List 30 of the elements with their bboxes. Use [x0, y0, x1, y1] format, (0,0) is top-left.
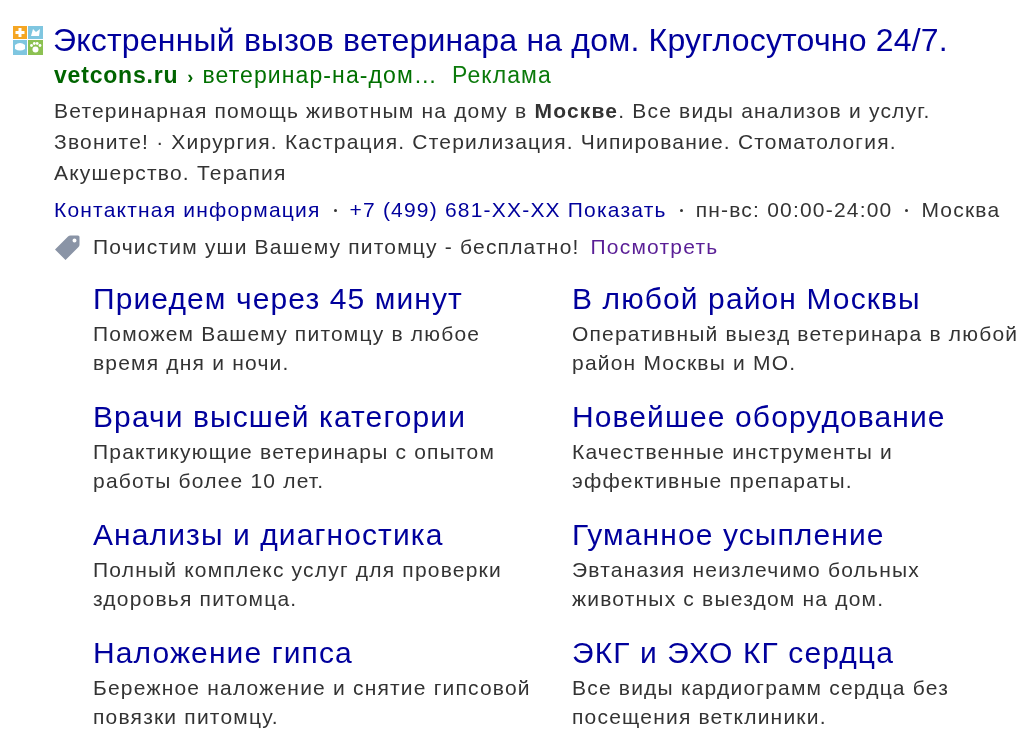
sitelink-description: Бережное наложение и снятие гипсовой повязки питомцу. [93, 675, 532, 730]
promo-link[interactable]: Посмотреть [590, 233, 719, 261]
contact-text: пн-вс: 00:00-24:00 [695, 197, 893, 223]
sitelink-title[interactable]: Гуманное усыпление [572, 517, 885, 553]
sitelink-description: Практикующие ветеринары с опытом работы более 10 лет. [93, 439, 497, 494]
contact-text: Москва [921, 197, 1001, 223]
show-phone-link[interactable]: Показать [567, 196, 667, 224]
sitelink-description: Качественные инструменты и эффективные препараты. [572, 439, 894, 494]
contact-info-link[interactable]: Контактная информация [54, 196, 321, 224]
sitelink-description: Поможем Вашему питомцу в любое время дня и ночи. [93, 321, 482, 376]
sitelink-title[interactable]: Наложение гипса [93, 635, 353, 671]
sitelink-description: Эвтаназия неизлечимо больных животных с выездом на дом. [572, 557, 921, 612]
sitelink-title[interactable]: ЭКГ и ЭХО КГ сердца [572, 635, 894, 671]
sitelink-title[interactable]: Анализы и диагностика [93, 517, 444, 553]
sitelink-title[interactable]: Врачи высшей категории [93, 399, 467, 435]
promo-text: Почистим уши Вашему питомцу - бесплатно! [93, 234, 580, 260]
sitelink-title[interactable]: Приедем через 45 минут [93, 281, 463, 317]
sitelink-description: Оперативный выезд ветеринара в любой район Москвы и МО. [572, 321, 1020, 376]
sitelink-title[interactable]: Новейшее оборудование [572, 399, 946, 435]
sitelink-title[interactable]: В любой район Москвы [572, 281, 921, 317]
sitelink-description: Полный комплекс услуг для проверки здоровья питомца. [93, 557, 503, 612]
domain-link[interactable]: vetcons.ru [54, 62, 179, 88]
tag-icon [53, 233, 81, 261]
ad-label: Реклама [451, 62, 552, 88]
clinic-logo-icon [13, 25, 43, 55]
sitelink-description: Все виды кардиограмм сердца без посещения ветклиники. [572, 675, 950, 730]
ad-title-link[interactable]: Экстренный вызов ветеринара на дом. Круглосуточно 24/7. [53, 22, 948, 58]
breadcrumb-separator: › [187, 66, 195, 89]
url-path-link[interactable]: ветеринар-на-дом… [202, 62, 438, 88]
phone-number-link[interactable]: +7 (499) 681-XX-XX [349, 196, 561, 224]
